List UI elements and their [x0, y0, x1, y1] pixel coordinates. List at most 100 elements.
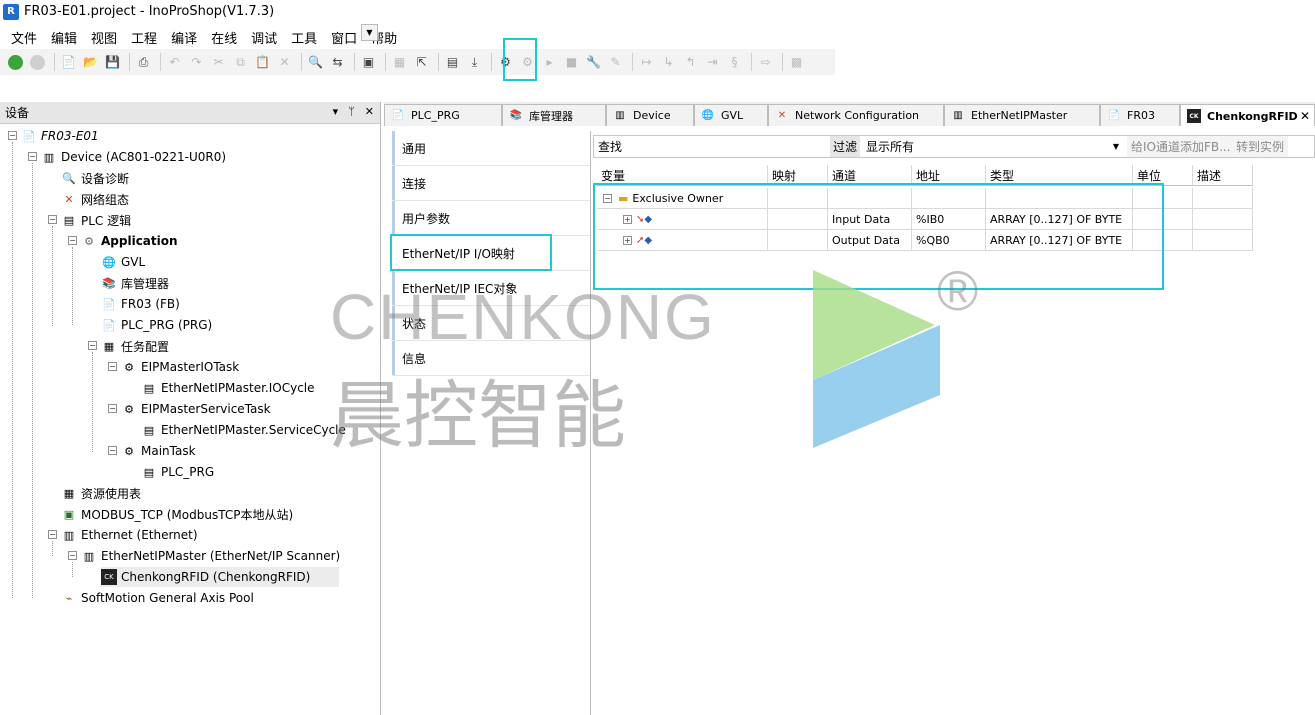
menu-file[interactable]: 文件	[4, 28, 44, 47]
tree-ethernet[interactable]: ▥ Ethernet (Ethernet)	[61, 525, 198, 545]
tools-icon[interactable]: 🔧	[584, 53, 603, 72]
grid-icon[interactable]: ▦	[390, 53, 409, 72]
tree-task-config[interactable]: ▦ 任务配置	[101, 336, 169, 356]
menu-build[interactable]: 编译	[164, 28, 204, 47]
back-icon[interactable]	[6, 53, 25, 72]
edit-icon[interactable]: ✎	[606, 53, 625, 72]
window-icon[interactable]: ▣	[359, 53, 378, 72]
insert-icon[interactable]: ⇱	[412, 53, 431, 72]
side-tab-info[interactable]: 信息	[392, 341, 590, 376]
tree-chenkong-rfid[interactable]: CK ChenkongRFID (ChenkongRFID)	[101, 567, 339, 587]
tree-device[interactable]: ▥ Device (AC801-0221-U0R0)	[41, 147, 226, 167]
copy-icon[interactable]: ⧉	[231, 53, 250, 72]
tree-modbus-tcp[interactable]: ▣ MODBUS_TCP (ModbusTCP本地从站)	[61, 504, 293, 524]
tab-label: Network Configuration	[795, 109, 920, 122]
tree-device-diagnostics[interactable]: 🔍 设备诊断	[61, 168, 129, 188]
menu-tools[interactable]: 工具	[284, 28, 324, 47]
tree-resource-usage[interactable]: ▦ 资源使用表	[61, 483, 141, 503]
tree-main-task[interactable]: ⚙ MainTask	[121, 441, 195, 461]
tree-library-manager[interactable]: 📚 库管理器	[101, 273, 169, 293]
add-fb-for-io-button[interactable]: 给IO通道添加FB...	[1127, 136, 1235, 157]
side-tab-general[interactable]: 通用	[392, 131, 590, 166]
tab-device[interactable]: ▥ Device	[606, 104, 694, 126]
device-icon: ▥	[43, 150, 55, 164]
tree-network-config[interactable]: ✕ 网络组态	[61, 189, 129, 209]
tree-eip-service-task[interactable]: ⚙ EIPMasterServiceTask	[121, 399, 271, 419]
find-icon[interactable]: 🔍	[306, 53, 325, 72]
side-tab-user-params[interactable]: 用户参数	[392, 201, 590, 236]
menu-project[interactable]: 工程	[124, 28, 164, 47]
tree-label: 网络组态	[81, 192, 130, 207]
tab-gvl[interactable]: 🌐 GVL	[694, 104, 768, 126]
side-tab-connection[interactable]: 连接	[392, 166, 590, 201]
tree-label: FR03 (FB)	[121, 297, 180, 311]
tab-chenkong-rfid[interactable]: CK ChenkongRFID ✕	[1180, 104, 1315, 127]
tree-ethernetip-master[interactable]: ▥ EtherNetIPMaster (EtherNet/IP Scanner)	[81, 546, 340, 566]
step-into-icon[interactable]: ↳	[659, 53, 678, 72]
tree-project[interactable]: 📄 FR03-E01	[21, 126, 99, 146]
tree-io-cycle[interactable]: ▤ EtherNetIPMaster.IOCycle	[141, 378, 315, 398]
find-input[interactable]	[624, 136, 824, 157]
replace-icon[interactable]: ⇆	[328, 53, 347, 72]
library-icon: 📚	[102, 276, 116, 290]
tree-plc-logic[interactable]: ▤ PLC 逻辑	[61, 210, 131, 230]
cut-icon[interactable]: ✂	[209, 53, 228, 72]
tree-service-cycle[interactable]: ▤ EtherNetIPMaster.ServiceCycle	[141, 420, 346, 440]
tab-fr03[interactable]: 📄 FR03	[1100, 104, 1180, 126]
breakpoint-icon[interactable]: §	[725, 53, 744, 72]
pin-icon[interactable]: ᛘ	[348, 105, 355, 118]
panel-menu-icon[interactable]: ▾	[333, 105, 339, 118]
stop-icon[interactable]: ■	[562, 53, 581, 72]
save-icon[interactable]: 💾	[103, 53, 122, 72]
paste-icon[interactable]: 📋	[253, 53, 272, 72]
program-call-icon: ▤	[143, 381, 155, 395]
side-tab-iec-objects[interactable]: EtherNet/IP IEC对象	[392, 271, 590, 306]
tree-plc-prg[interactable]: 📄 PLC_PRG (PRG)	[101, 315, 212, 335]
tree-eip-io-task[interactable]: ⚙ EIPMasterIOTask	[121, 357, 239, 377]
build-icon[interactable]: ▤	[443, 53, 462, 72]
print-icon[interactable]: ⎙	[134, 53, 153, 72]
next-icon[interactable]: ⇨	[756, 53, 775, 72]
find-label: 查找	[598, 140, 623, 154]
open-folder-icon[interactable]: 📂	[81, 53, 100, 72]
run-icon[interactable]: ▸	[540, 53, 559, 72]
table-icon: ▦	[63, 486, 75, 500]
tab-plc-prg[interactable]: 📄 PLC_PRG	[384, 104, 502, 126]
close-tab-icon[interactable]: ✕	[1300, 109, 1310, 123]
undo-icon[interactable]: ↶	[165, 53, 184, 72]
task-icon: ⚙	[124, 402, 134, 416]
tree-dropdown-button[interactable]: ▼	[361, 24, 378, 41]
tab-library-manager[interactable]: 📚 库管理器	[502, 104, 606, 126]
new-project-icon[interactable]: 📄	[59, 53, 78, 72]
menu-window[interactable]: 窗口	[324, 28, 364, 47]
step-out-icon[interactable]: ↰	[681, 53, 700, 72]
go-to-instance-button[interactable]: 转到实例	[1232, 136, 1289, 157]
step-over-icon[interactable]: ↦	[637, 53, 656, 72]
close-icon[interactable]: ✕	[365, 105, 374, 118]
side-tab-status[interactable]: 状态	[392, 306, 590, 341]
menu-online[interactable]: 在线	[204, 28, 244, 47]
device-icon: ▥	[615, 110, 625, 121]
delete-icon[interactable]: ✕	[275, 53, 294, 72]
monitor-icon[interactable]: ▩	[787, 53, 806, 72]
tree-softmotion[interactable]: ⌁ SoftMotion General Axis Pool	[61, 588, 254, 608]
col-description[interactable]: 描述	[1193, 165, 1253, 186]
download-icon[interactable]: ⤓	[465, 53, 484, 72]
filter-select[interactable]: 显示所有 ▼	[864, 136, 1122, 157]
scanner-icon: ▥	[83, 549, 95, 563]
run-to-cursor-icon[interactable]: ⇥	[703, 53, 722, 72]
tree-application[interactable]: ⚙ Application	[81, 231, 177, 251]
forward-icon[interactable]	[28, 53, 47, 72]
tab-network-configuration[interactable]: ✕ Network Configuration	[768, 104, 944, 126]
menu-edit[interactable]: 编辑	[44, 28, 84, 47]
menu-debug[interactable]: 调试	[244, 28, 284, 47]
tree-main-plc-prg[interactable]: ▤ PLC_PRG	[141, 462, 214, 482]
tree-fr03[interactable]: 📄 FR03 (FB)	[101, 294, 180, 314]
tree-label: EtherNetIPMaster.ServiceCycle	[161, 423, 346, 437]
tab-ethernetip-master[interactable]: ▥ EtherNetIPMaster	[944, 104, 1100, 126]
menu-view[interactable]: 视图	[84, 28, 124, 47]
redo-icon[interactable]: ↷	[187, 53, 206, 72]
tab-label: EtherNetIPMaster	[971, 109, 1068, 122]
tree-gvl[interactable]: 🌐 GVL	[101, 252, 145, 272]
app-logo-icon: R	[3, 3, 19, 20]
